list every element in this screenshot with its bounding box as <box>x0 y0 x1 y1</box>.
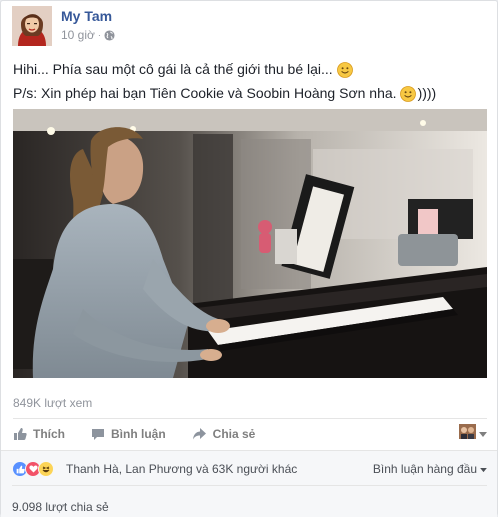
share-label: Chia sẻ <box>212 427 256 441</box>
smiley-icon <box>399 85 416 102</box>
author-avatar[interactable] <box>12 6 52 46</box>
author-name[interactable]: My Tam <box>61 8 112 24</box>
video-frame <box>13 109 487 378</box>
post-line-1-text: Hihi... Phía sau một cô gái là cả thế gi… <box>13 61 333 77</box>
caret-down-icon <box>480 462 487 476</box>
comment-label: Bình luận <box>111 427 166 441</box>
thumbs-up-icon <box>13 427 27 441</box>
share-count[interactable]: 9.098 lượt chia sẻ <box>12 500 109 514</box>
sort-label: Bình luận hàng đầu <box>372 462 477 476</box>
like-label: Thích <box>33 427 65 441</box>
share-button[interactable]: Chia sẻ <box>192 427 256 441</box>
post-timestamp[interactable]: 10 giờ <box>61 28 95 42</box>
reaction-icons[interactable] <box>12 461 54 477</box>
post-line-2-suffix: )))) <box>417 85 437 101</box>
divider <box>12 485 487 486</box>
globe-icon[interactable] <box>104 29 115 41</box>
post-line-2: P/s: Xin phép hai bạn Tiên Cookie và Soo… <box>13 81 487 105</box>
social-summary: Thanh Hà, Lan Phương và 63K người khác B… <box>1 450 497 517</box>
smiley-icon <box>336 61 353 78</box>
post-line-1: Hihi... Phía sau một cô gái là cả thế gi… <box>13 57 487 81</box>
account-avatar-icon <box>459 424 476 444</box>
post-as-selector[interactable] <box>459 424 487 444</box>
post-line-2-text: P/s: Xin phép hai bạn Tiên Cookie và Soo… <box>13 85 397 101</box>
reaction-summary[interactable]: Thanh Hà, Lan Phương và 63K người khác <box>66 462 297 476</box>
haha-reaction-icon <box>38 461 54 477</box>
post-card: My Tam 10 giờ · Hihi... Phía sau một cô … <box>0 0 498 517</box>
like-button[interactable]: Thích <box>13 427 65 441</box>
comment-button[interactable]: Bình luận <box>91 427 166 441</box>
divider <box>13 418 487 419</box>
post-message: Hihi... Phía sau một cô gái là cả thế gi… <box>13 57 487 105</box>
video-player[interactable] <box>13 109 487 378</box>
comment-icon <box>91 427 105 441</box>
post-meta: 10 giờ · <box>61 28 115 42</box>
comment-sort-dropdown[interactable]: Bình luận hàng đầu <box>373 462 487 476</box>
caret-down-icon <box>479 425 487 443</box>
view-count: 849K lượt xem <box>13 396 93 410</box>
meta-separator: · <box>97 30 101 40</box>
share-arrow-icon <box>192 427 207 441</box>
action-bar: Thích Bình luận Chia sẻ <box>13 420 487 448</box>
